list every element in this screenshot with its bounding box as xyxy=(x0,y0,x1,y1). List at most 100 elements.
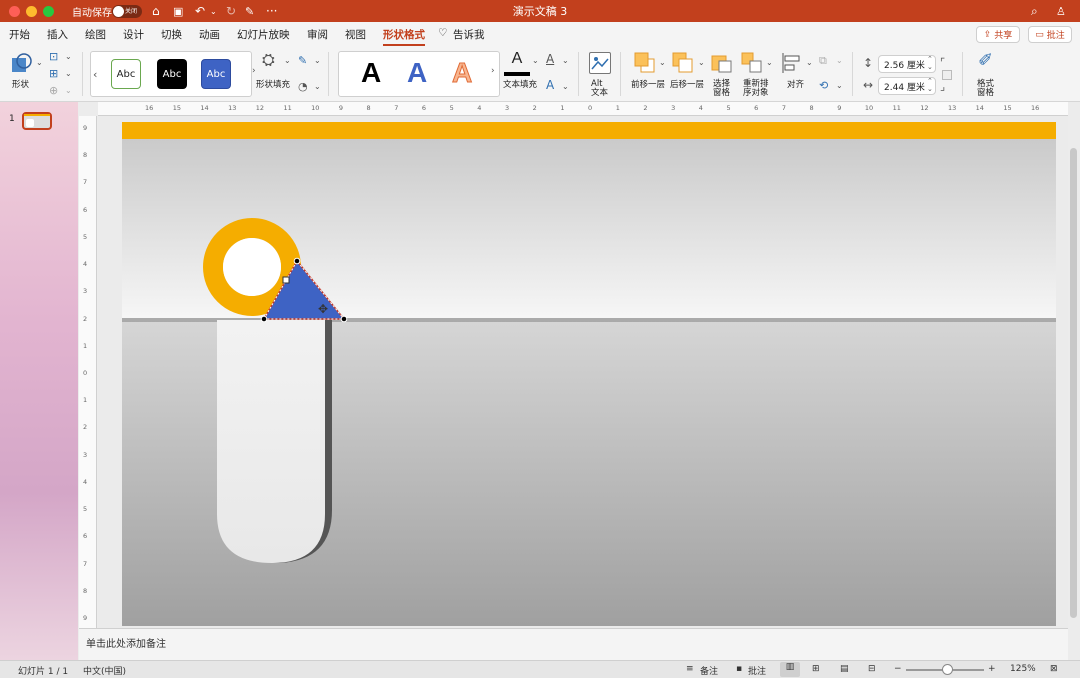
merge-chevron-icon[interactable]: ⌄ xyxy=(65,86,72,95)
width-stepper-icon[interactable]: ⌃ ⌄ xyxy=(927,77,933,93)
share-button[interactable]: ⇪ 共享 xyxy=(976,26,1020,43)
height-stepper-icon[interactable]: ⌃ ⌄ xyxy=(927,55,933,71)
text-box-icon[interactable]: ⊞ xyxy=(49,67,58,80)
ruler-tick-label: 6 xyxy=(83,205,88,214)
close-window-button[interactable] xyxy=(9,6,20,17)
text-effects-icon[interactable]: A xyxy=(546,78,554,92)
reorder-chevron-icon[interactable]: ⌄ xyxy=(766,58,773,67)
undo-dropdown-chevron-icon[interactable]: ⌄ xyxy=(210,0,217,22)
tab-slideshow[interactable]: 幻灯片放映 xyxy=(237,27,290,42)
shape-effects-chevron-icon[interactable]: ⌄ xyxy=(314,82,321,91)
align-icon[interactable] xyxy=(781,52,803,74)
title-bar: 自动保存 关闭 ⌂ ▣ ↶ ⌄ ↻ ✎ ··· 演示文稿 3 ⌕ ♙ xyxy=(0,0,1080,22)
autosave-toggle[interactable]: 关闭 xyxy=(112,0,142,22)
fit-to-window-icon[interactable]: ⊠ xyxy=(1050,664,1058,674)
notes-pane[interactable]: 单击此处添加备注 xyxy=(79,628,1068,660)
merge-shapes-icon[interactable]: ⊕ xyxy=(49,84,58,97)
zoom-out-icon[interactable]: − xyxy=(894,664,902,674)
shape-outline-chevron-icon[interactable]: ⌄ xyxy=(314,56,321,65)
tab-transitions[interactable]: 切换 xyxy=(161,27,182,42)
reorder-objects-icon[interactable] xyxy=(741,52,763,74)
tab-tell-me[interactable]: 告诉我 xyxy=(453,27,485,42)
wordart-style-blue[interactable]: A xyxy=(407,57,427,89)
tab-review[interactable]: 审阅 xyxy=(307,27,328,42)
zoom-slider-thumb[interactable] xyxy=(942,664,953,675)
slide-sorter-icon[interactable]: ⊞ xyxy=(812,664,820,674)
vertical-scrollbar[interactable] xyxy=(1070,148,1077,618)
reading-view-icon[interactable]: ▤ xyxy=(840,664,849,674)
shape-style-blue[interactable]: Abc xyxy=(201,59,231,89)
lock-aspect-checkbox[interactable] xyxy=(942,70,952,80)
group-chevron-icon[interactable]: ⌄ xyxy=(836,56,843,65)
wordart-style-orange[interactable]: A xyxy=(451,57,472,89)
adjust-handle xyxy=(282,276,290,284)
ruler-tick-label: 5 xyxy=(726,104,731,112)
text-outline-chevron-icon[interactable]: ⌄ xyxy=(562,56,569,65)
tab-shape-format[interactable]: 形状格式 xyxy=(383,27,425,46)
account-icon[interactable]: ♙ xyxy=(1056,0,1066,22)
tab-design[interactable]: 设计 xyxy=(123,27,144,42)
notes-icon[interactable]: ≡ xyxy=(686,664,694,674)
shape-style-outline[interactable]: Abc xyxy=(111,59,141,89)
text-box-chevron-icon[interactable]: ⌄ xyxy=(65,69,72,78)
rotate-icon[interactable]: ⟲ xyxy=(819,79,828,92)
alt-text-icon[interactable] xyxy=(589,52,611,74)
zoom-window-button[interactable] xyxy=(43,6,54,17)
normal-view-icon[interactable]: ▥ xyxy=(780,662,800,677)
tab-draw[interactable]: 绘图 xyxy=(85,27,106,42)
shapes-chevron-icon[interactable]: ⌄ xyxy=(36,58,43,67)
wordart-style-black[interactable]: A xyxy=(361,57,381,89)
comments-button[interactable]: ▭ 批注 xyxy=(1028,26,1072,43)
tab-insert[interactable]: 插入 xyxy=(47,27,68,42)
customize-icon[interactable]: ✎ xyxy=(245,0,254,22)
bring-forward-icon[interactable] xyxy=(634,52,656,74)
redo-icon[interactable]: ↻ xyxy=(226,0,236,22)
gallery-prev-icon[interactable]: ‹ xyxy=(93,68,97,81)
ruler-tick-label: 3 xyxy=(83,450,88,459)
wordart-more-icon[interactable]: › xyxy=(491,66,495,76)
comments-icon[interactable]: ▪ xyxy=(736,664,742,674)
zoom-level[interactable]: 125% xyxy=(1010,664,1036,674)
text-fill-chevron-icon[interactable]: ⌄ xyxy=(532,56,539,65)
undo-icon[interactable]: ↶ xyxy=(195,0,205,22)
shape-style-black[interactable]: Abc xyxy=(157,59,187,89)
size-dialog-icon[interactable]: ⌟ xyxy=(940,80,945,93)
language-indicator[interactable]: 中文(中国) xyxy=(83,664,126,677)
send-backward-icon[interactable] xyxy=(672,52,694,74)
ruler-tick-label: 7 xyxy=(394,104,399,112)
shape-effects-icon[interactable]: ◔ xyxy=(298,80,308,93)
gallery-more-icon[interactable]: › xyxy=(252,66,256,76)
search-icon[interactable]: ⌕ xyxy=(1031,0,1038,22)
paint-bucket-icon[interactable]: ⛭ xyxy=(262,50,275,70)
selection-pane-icon[interactable] xyxy=(711,52,733,74)
edit-shape-icon[interactable]: ⊡ xyxy=(49,50,58,63)
slide-thumbnail[interactable] xyxy=(22,112,52,130)
shape-styles-gallery: ‹ Abc Abc Abc xyxy=(90,51,252,97)
shapes-icon[interactable] xyxy=(11,52,33,74)
rotate-chevron-icon[interactable]: ⌄ xyxy=(836,81,843,90)
slideshow-icon[interactable]: ⊟ xyxy=(868,664,876,674)
edit-shape-chevron-icon[interactable]: ⌄ xyxy=(65,52,72,61)
text-outline-icon[interactable]: A xyxy=(546,52,554,66)
slide-canvas[interactable]: ✥ xyxy=(122,122,1056,626)
minimize-window-button[interactable] xyxy=(26,6,37,17)
home-icon[interactable]: ⌂ xyxy=(152,0,160,22)
comments-toggle-button[interactable]: 批注 xyxy=(748,664,766,677)
more-icon[interactable]: ··· xyxy=(266,0,277,22)
bring-forward-chevron-icon[interactable]: ⌄ xyxy=(659,58,666,67)
notes-toggle-button[interactable]: 备注 xyxy=(700,664,718,677)
save-icon[interactable]: ▣ xyxy=(173,0,183,22)
align-chevron-icon[interactable]: ⌄ xyxy=(806,58,813,67)
group-icon[interactable]: ⧉ xyxy=(819,54,827,68)
shape-fill-chevron-icon[interactable]: ⌄ xyxy=(284,56,291,65)
zoom-in-icon[interactable]: + xyxy=(988,664,996,674)
tab-animations[interactable]: 动画 xyxy=(199,27,220,42)
tab-home[interactable]: 开始 xyxy=(9,27,30,42)
crop-icon[interactable]: ⌜ xyxy=(940,56,945,69)
send-backward-chevron-icon[interactable]: ⌄ xyxy=(698,58,705,67)
text-fill-icon[interactable]: A xyxy=(504,50,530,76)
tab-view[interactable]: 视图 xyxy=(345,27,366,42)
text-effects-chevron-icon[interactable]: ⌄ xyxy=(562,82,569,91)
format-pane-icon[interactable]: ✐ xyxy=(978,50,993,71)
shape-outline-icon[interactable]: ✎ xyxy=(298,54,307,67)
